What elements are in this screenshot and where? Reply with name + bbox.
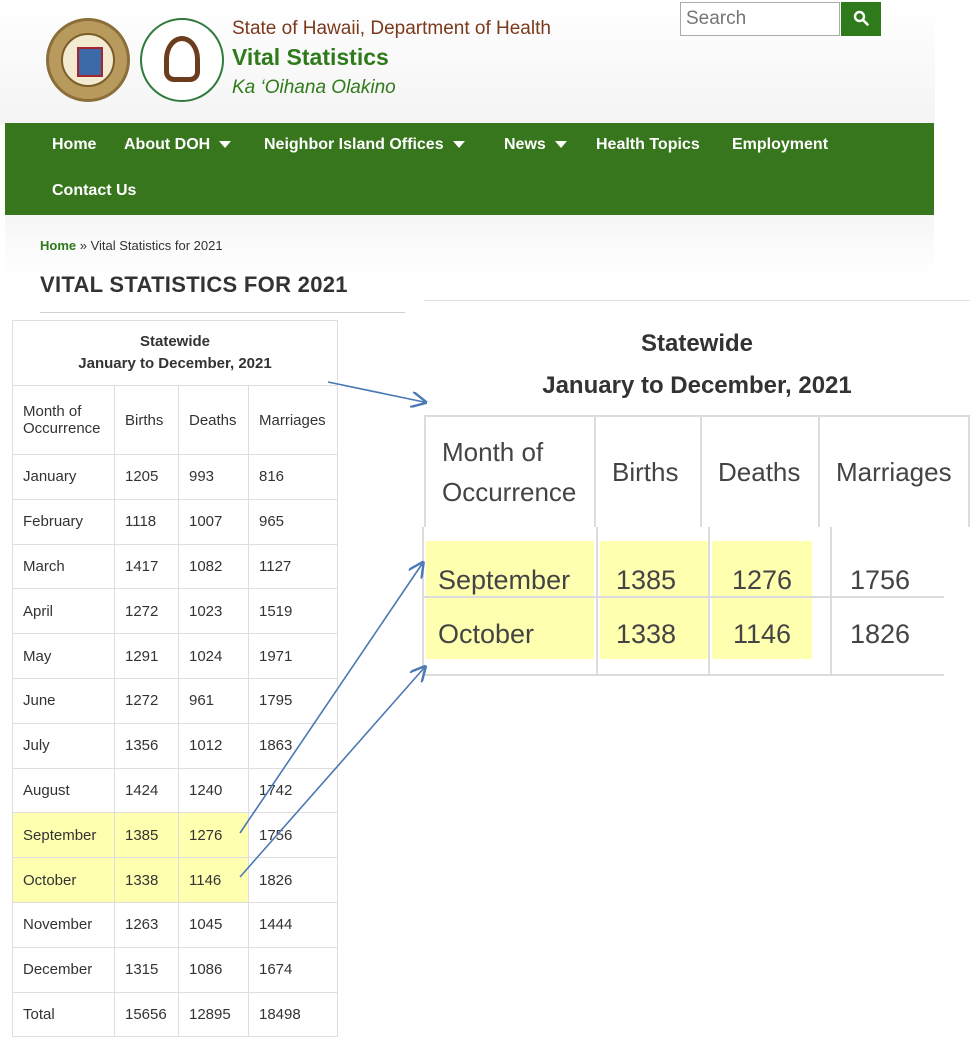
annotation-arrows (239, 381, 970, 878)
arrow-caption (327, 381, 424, 402)
arrow-september (239, 564, 422, 834)
arrow-october (239, 668, 424, 878)
